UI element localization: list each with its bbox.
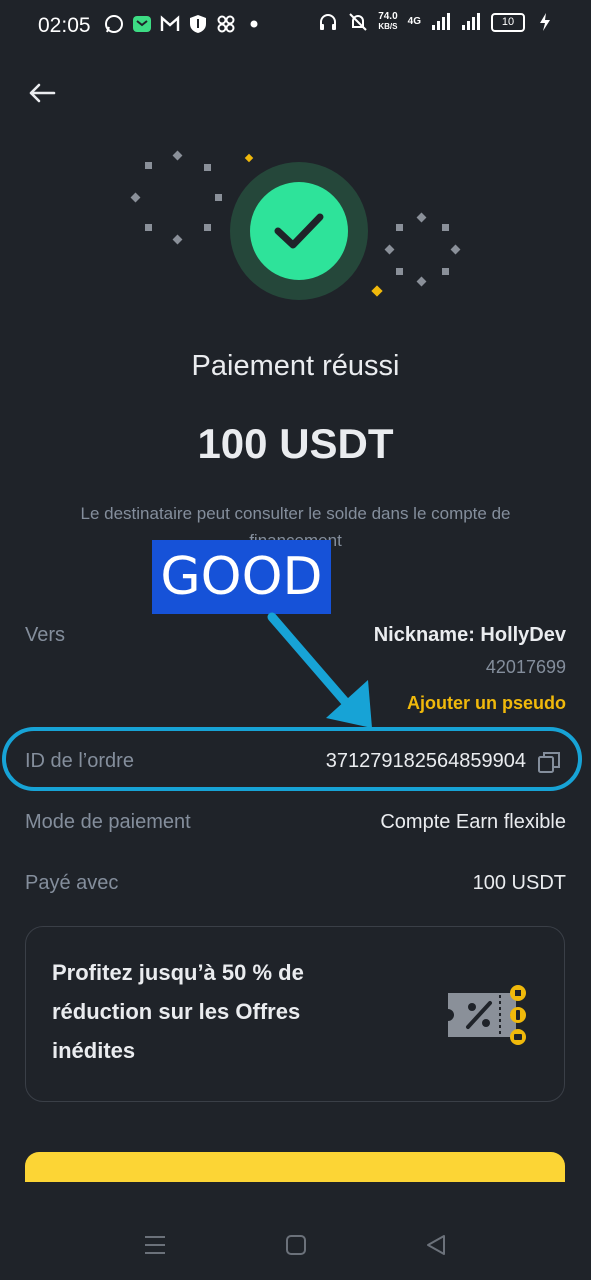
dot-icon xyxy=(244,14,264,34)
promo-text: Profitez jusqu’à 50 % de réduction sur l… xyxy=(52,960,304,1063)
annotation-label: GOOD xyxy=(152,540,331,614)
page-title: Paiement réussi xyxy=(191,350,400,382)
success-check-icon xyxy=(250,182,348,280)
paid-with-value: 100 USDT xyxy=(472,872,566,894)
add-alias-link[interactable]: Ajouter un pseudo xyxy=(407,693,566,714)
headphones-icon xyxy=(318,12,338,32)
payment-method-value: Compte Earn flexible xyxy=(380,811,566,833)
status-time: 02:05 xyxy=(38,14,91,37)
bell-off-icon xyxy=(348,12,368,32)
network-type: 4G xyxy=(407,16,421,27)
success-illustration xyxy=(0,140,591,310)
system-nav-bar xyxy=(0,1215,591,1275)
signal-icon xyxy=(431,12,451,32)
charging-icon xyxy=(535,12,555,32)
recipient-label: Vers xyxy=(25,624,66,646)
copy-icon[interactable] xyxy=(537,750,561,774)
recipient-uid: 42017699 xyxy=(485,657,566,677)
signal-icon xyxy=(461,12,481,32)
message-icon xyxy=(132,14,152,34)
shield-icon xyxy=(188,14,208,34)
order-id-value: 371279182564859904 xyxy=(325,750,526,772)
annotation-arrow xyxy=(267,612,372,728)
gmail-icon xyxy=(160,14,180,34)
payment-amount: 100 USDT xyxy=(197,420,394,467)
arrow-left-icon xyxy=(29,83,56,103)
promo-card[interactable]: Profitez jusqu’à 50 % de réduction sur l… xyxy=(25,926,565,1102)
order-id-label: ID de l’ordre xyxy=(25,750,134,772)
network-speed: 74.0 KB/S xyxy=(378,11,398,32)
paid-with-label: Payé avec xyxy=(25,872,119,894)
back-button[interactable] xyxy=(26,78,58,110)
recipient-nickname: Nickname: HollyDev xyxy=(373,624,566,646)
whatsapp-icon xyxy=(104,14,124,34)
status-bar: 02:05 74.0 KB/S 4G 10 xyxy=(0,0,591,52)
back-triangle-icon[interactable] xyxy=(424,1233,448,1257)
voucher-icon xyxy=(448,985,534,1051)
menu-icon[interactable] xyxy=(143,1233,167,1257)
home-square-icon[interactable] xyxy=(284,1233,308,1257)
payment-method-label: Mode de paiement xyxy=(25,811,191,833)
pinwheel-icon xyxy=(216,14,236,34)
battery-icon: 10 xyxy=(491,12,525,32)
